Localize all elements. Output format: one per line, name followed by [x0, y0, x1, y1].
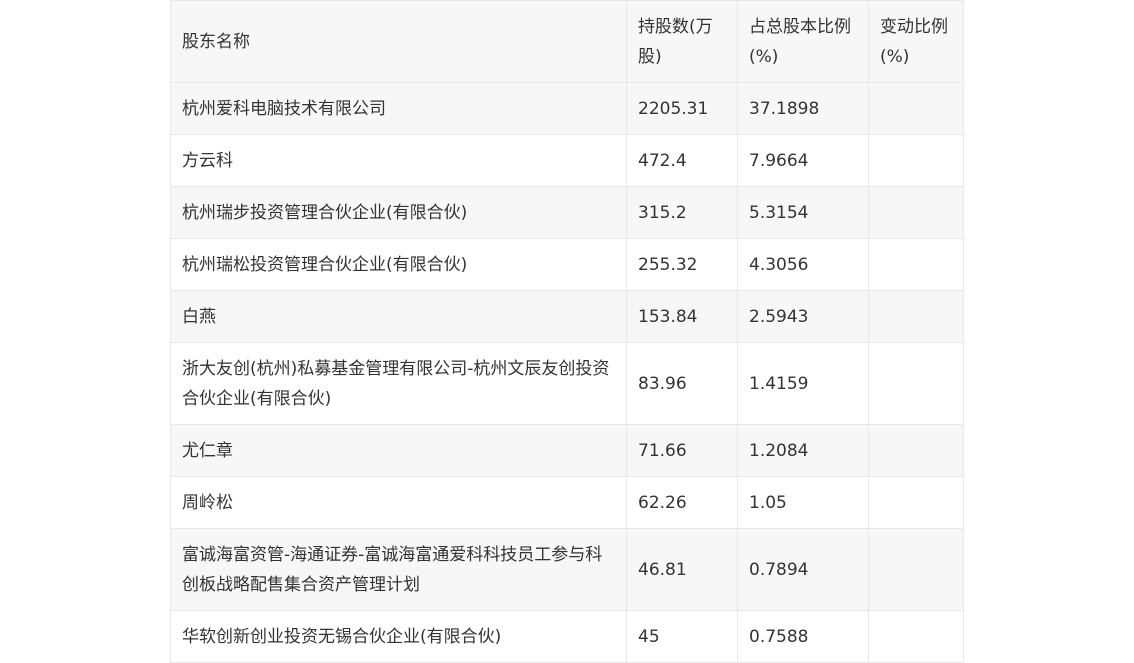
cell-ratio: 1.4159 [737, 342, 869, 425]
cell-shares: 45 [626, 610, 738, 663]
cell-ratio: 7.9664 [737, 134, 869, 187]
cell-change [868, 290, 964, 343]
cell-ratio: 0.7894 [737, 528, 869, 611]
cell-change [868, 610, 964, 663]
shareholder-table: 股东名称 持股数(万股) 占总股本比例(%) 变动比例(%) 杭州爱科电脑技术有… [170, 0, 964, 663]
cell-name: 富诚海富资管-海通证券-富诚海富通爱科科技员工参与科创板战略配售集合资产管理计划 [170, 528, 627, 611]
cell-ratio: 0.7588 [737, 610, 869, 663]
cell-name: 方云科 [170, 134, 627, 187]
cell-name: 华软创新创业投资无锡合伙企业(有限合伙) [170, 610, 627, 663]
cell-name: 浙大友创(杭州)私募基金管理有限公司-杭州文辰友创投资合伙企业(有限合伙) [170, 342, 627, 425]
cell-change [868, 134, 964, 187]
header-ratio: 占总股本比例(%) [737, 0, 869, 83]
cell-change [868, 476, 964, 529]
cell-change [868, 186, 964, 239]
cell-shares: 315.2 [626, 186, 738, 239]
cell-ratio: 4.3056 [737, 238, 869, 291]
cell-shares: 2205.31 [626, 82, 738, 135]
table-row: 尤仁章 71.66 1.2084 [170, 424, 964, 477]
cell-shares: 46.81 [626, 528, 738, 611]
cell-name: 周岭松 [170, 476, 627, 529]
cell-change [868, 82, 964, 135]
cell-ratio: 37.1898 [737, 82, 869, 135]
cell-shares: 83.96 [626, 342, 738, 425]
cell-change [868, 424, 964, 477]
cell-ratio: 2.5943 [737, 290, 869, 343]
table-row: 杭州瑞步投资管理合伙企业(有限合伙) 315.2 5.3154 [170, 186, 964, 239]
cell-shares: 71.66 [626, 424, 738, 477]
table-row: 杭州爱科电脑技术有限公司 2205.31 37.1898 [170, 82, 964, 135]
cell-name: 尤仁章 [170, 424, 627, 477]
cell-shares: 472.4 [626, 134, 738, 187]
table-row: 浙大友创(杭州)私募基金管理有限公司-杭州文辰友创投资合伙企业(有限合伙) 83… [170, 342, 964, 425]
cell-ratio: 1.05 [737, 476, 869, 529]
cell-ratio: 5.3154 [737, 186, 869, 239]
table-row: 杭州瑞松投资管理合伙企业(有限合伙) 255.32 4.3056 [170, 238, 964, 291]
header-shares: 持股数(万股) [626, 0, 738, 83]
cell-name: 杭州爱科电脑技术有限公司 [170, 82, 627, 135]
cell-name: 白燕 [170, 290, 627, 343]
table-header-row: 股东名称 持股数(万股) 占总股本比例(%) 变动比例(%) [170, 0, 964, 83]
table-row: 富诚海富资管-海通证券-富诚海富通爱科科技员工参与科创板战略配售集合资产管理计划… [170, 528, 964, 611]
cell-change [868, 528, 964, 611]
table-row: 白燕 153.84 2.5943 [170, 290, 964, 343]
cell-change [868, 238, 964, 291]
cell-shares: 255.32 [626, 238, 738, 291]
cell-shares: 62.26 [626, 476, 738, 529]
cell-change [868, 342, 964, 425]
header-shareholder-name: 股东名称 [170, 0, 627, 83]
table-row: 华软创新创业投资无锡合伙企业(有限合伙) 45 0.7588 [170, 610, 964, 663]
cell-name: 杭州瑞松投资管理合伙企业(有限合伙) [170, 238, 627, 291]
cell-shares: 153.84 [626, 290, 738, 343]
cell-ratio: 1.2084 [737, 424, 869, 477]
table-row: 方云科 472.4 7.9664 [170, 134, 964, 187]
cell-name: 杭州瑞步投资管理合伙企业(有限合伙) [170, 186, 627, 239]
header-change: 变动比例(%) [868, 0, 964, 83]
table-row: 周岭松 62.26 1.05 [170, 476, 964, 529]
